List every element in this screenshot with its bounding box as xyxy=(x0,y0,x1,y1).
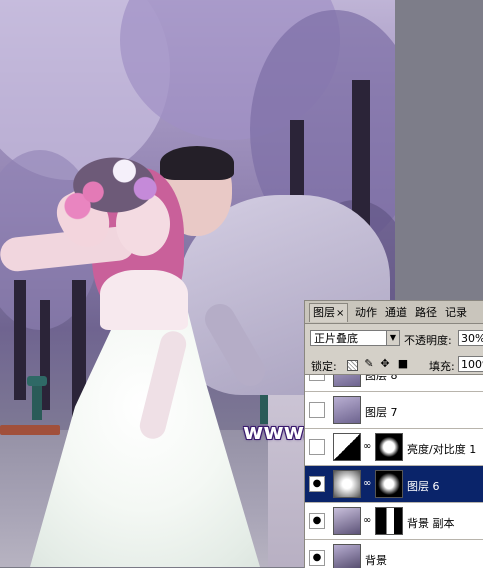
flower-crown xyxy=(62,150,166,220)
layer-thumbnail xyxy=(333,544,361,568)
blend-mode-value: 正片叠底 xyxy=(314,332,358,345)
chain-link-icon: ∞ xyxy=(363,515,372,526)
eye-icon[interactable]: ● xyxy=(309,476,325,492)
layer-name: 图层 8 xyxy=(365,374,398,382)
layer-mask-thumbnail xyxy=(375,433,403,461)
visibility-toggle[interactable] xyxy=(309,402,325,418)
lamp-head xyxy=(27,376,47,386)
layer-mask-thumbnail xyxy=(375,470,403,498)
tab-history[interactable]: 记录 xyxy=(445,304,467,322)
layer-name: 图层 7 xyxy=(365,406,398,419)
lock-label: 锁定: xyxy=(311,360,337,373)
layer-thumbnail xyxy=(333,396,361,424)
layer-row[interactable]: ● ∞ 图层 6 xyxy=(305,466,483,503)
tab-actions[interactable]: 动作 xyxy=(355,304,377,322)
tab-layers[interactable]: 图层× xyxy=(309,303,349,322)
layer-mask-thumbnail xyxy=(375,507,403,535)
tab-layers-label: 图层 xyxy=(313,306,335,319)
bride-torso xyxy=(100,270,188,330)
close-icon[interactable]: × xyxy=(336,308,344,319)
layer-thumbnail xyxy=(333,375,361,387)
layer-row[interactable]: ● 背景 xyxy=(305,540,483,568)
lamp-post xyxy=(32,382,42,420)
move-icon[interactable]: ✥ xyxy=(379,358,391,370)
layer-thumbnail xyxy=(333,470,361,498)
layer-thumbnail xyxy=(333,507,361,535)
tab-channels[interactable]: 通道 xyxy=(385,304,407,322)
layer-name: 亮度/对比度 1 xyxy=(407,443,477,456)
layer-row[interactable]: 图层 8 xyxy=(305,374,483,392)
eye-icon[interactable]: ● xyxy=(309,550,325,566)
fill-input[interactable]: 100% xyxy=(458,356,483,372)
bench xyxy=(0,425,60,435)
padlock-icon[interactable]: ■ xyxy=(397,358,409,370)
canvas-background xyxy=(395,0,483,300)
panel-tabs: 图层× 动作 通道 路径 记录 xyxy=(305,301,483,324)
blend-row: 正片叠底 ▼ 不透明度: 30% xyxy=(305,328,483,350)
lock-row: 锁定: ✎ ✥ ■ 填充: 100% xyxy=(305,353,483,375)
layer-row[interactable]: ● ∞ 背景 副本 xyxy=(305,503,483,540)
adjustment-thumbnail xyxy=(333,433,361,461)
layer-name: 背景 副本 xyxy=(407,517,455,530)
tree-trunk xyxy=(14,280,26,400)
blend-mode-select[interactable]: 正片叠底 ▼ xyxy=(310,330,400,346)
opacity-label: 不透明度: xyxy=(404,334,452,347)
layers-panel: 图层× 动作 通道 路径 记录 正片叠底 ▼ 不透明度: 30% 锁定: ✎ ✥… xyxy=(304,300,483,568)
chain-link-icon: ∞ xyxy=(363,441,372,452)
opacity-input[interactable]: 30% xyxy=(458,330,483,346)
layer-name: 图层 6 xyxy=(407,480,440,493)
layer-row[interactable]: ∞ 亮度/对比度 1 xyxy=(305,429,483,466)
visibility-toggle[interactable] xyxy=(309,439,325,455)
chevron-down-icon: ▼ xyxy=(386,331,399,345)
fill-label: 填充: xyxy=(429,360,455,373)
tab-paths[interactable]: 路径 xyxy=(415,304,437,322)
brush-icon[interactable]: ✎ xyxy=(363,358,375,370)
layer-row[interactable]: 图层 7 xyxy=(305,392,483,429)
layer-name: 背景 xyxy=(365,554,387,567)
eye-icon[interactable]: ● xyxy=(309,513,325,529)
chain-link-icon: ∞ xyxy=(363,478,372,489)
visibility-toggle[interactable] xyxy=(309,375,325,381)
groom-hair xyxy=(160,146,234,180)
lock-transparent-icon[interactable] xyxy=(347,360,358,371)
layers-list: 图层 8 图层 7 ∞ 亮度/对比度 1 ● ∞ 图层 6 ● ∞ 背景 副本 … xyxy=(305,374,483,568)
